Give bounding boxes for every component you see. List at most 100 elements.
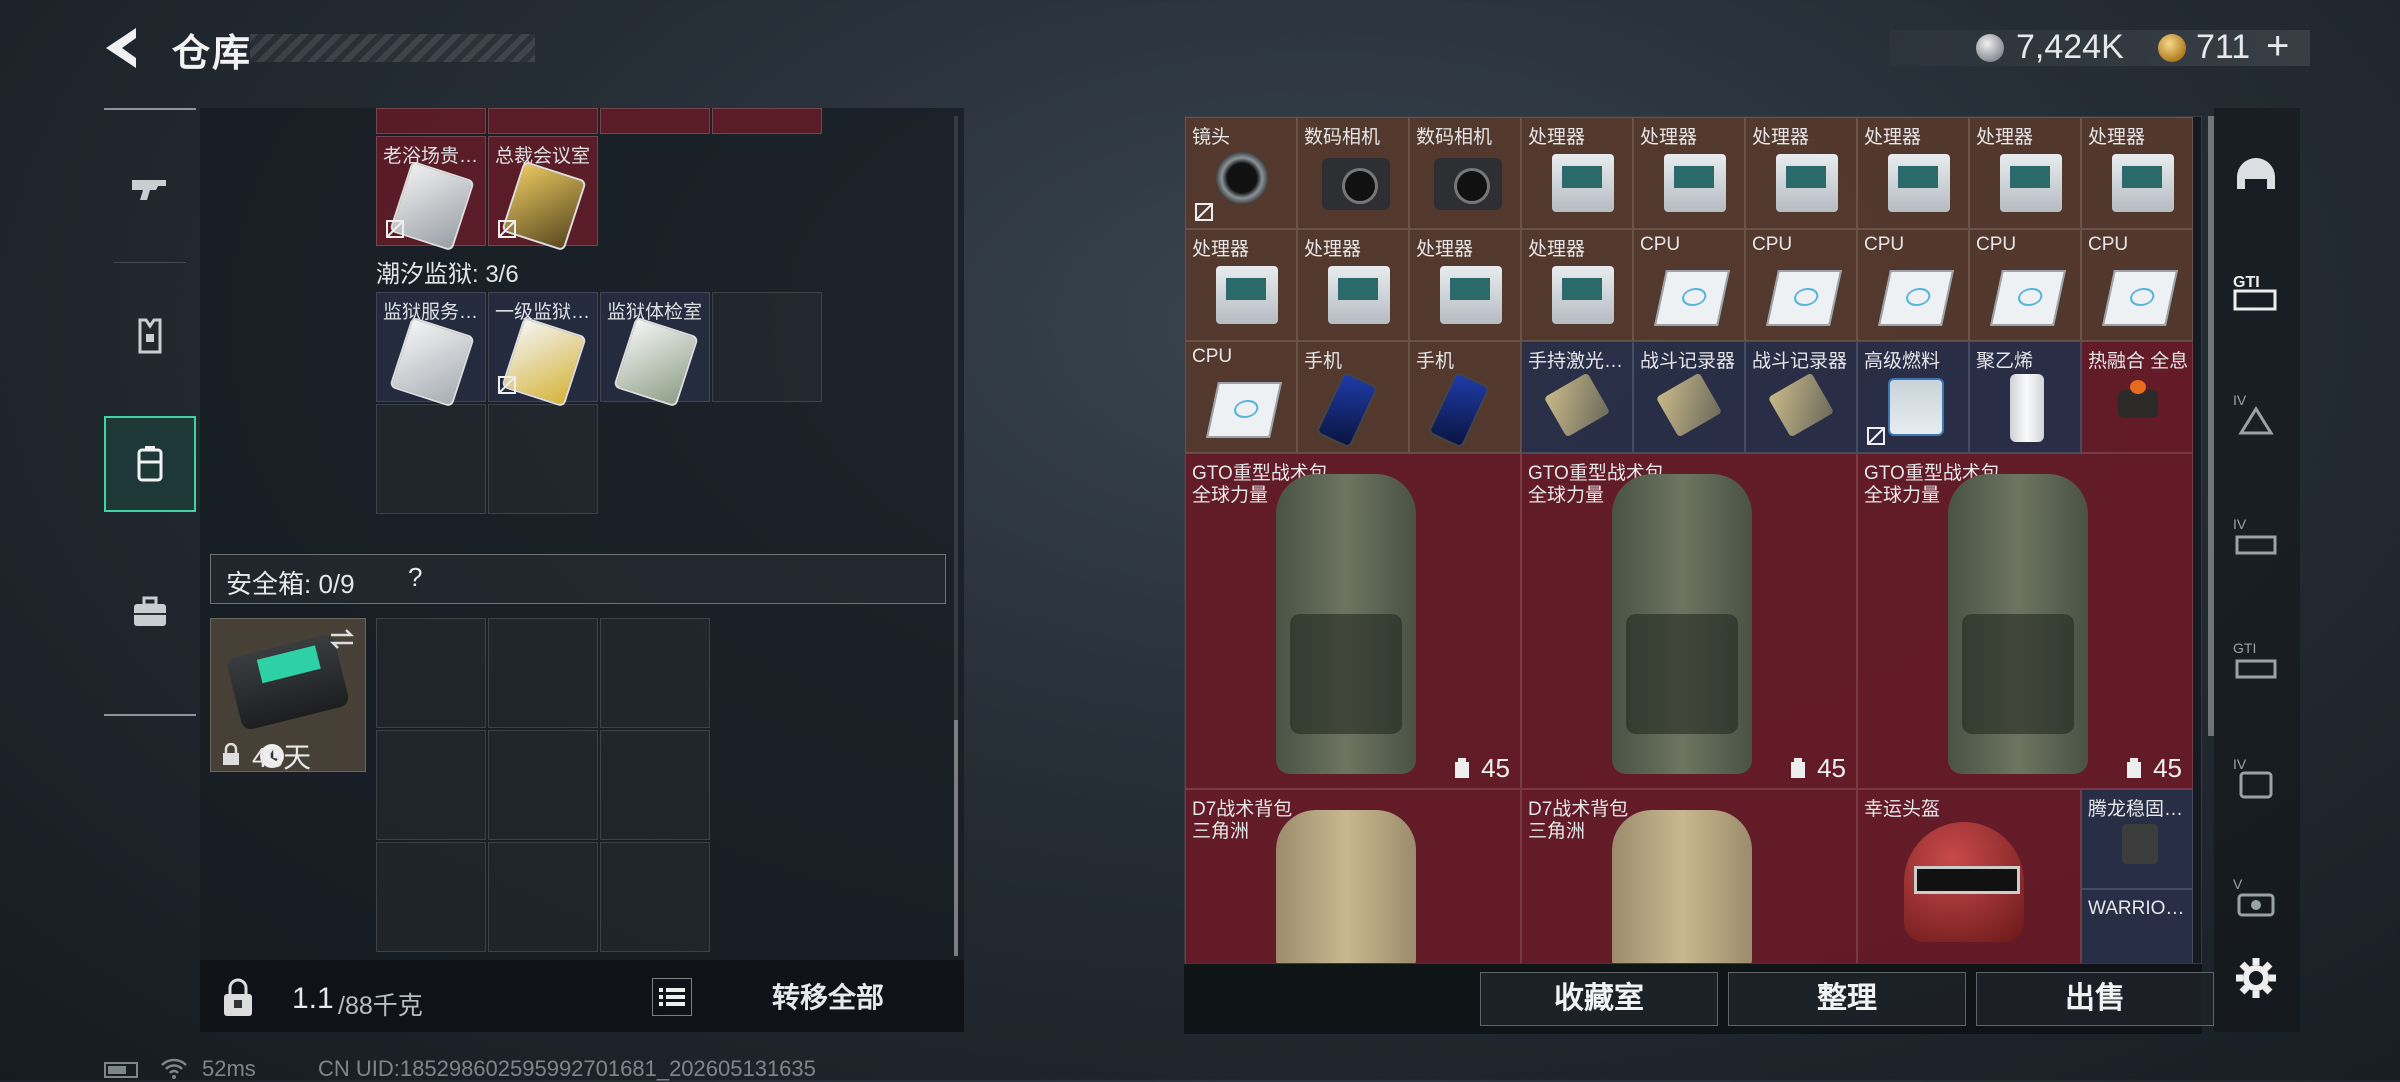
list-view-button[interactable] (652, 978, 692, 1016)
safebox-slot[interactable] (488, 842, 598, 952)
collection-room-button[interactable]: 收藏室 (1480, 972, 1718, 1026)
transfer-all-button[interactable]: 转移全部 (720, 978, 936, 1018)
weight-max: /88千克 (338, 992, 423, 1020)
safebox-slot[interactable] (488, 618, 598, 728)
item-slot[interactable]: 手机 (1409, 341, 1521, 453)
item-slot[interactable]: CPU (1185, 341, 1297, 453)
nav-briefcase[interactable] (104, 564, 196, 660)
item-label: 数码相机 (1304, 127, 1381, 148)
backpack-slot[interactable]: D7战术背包 三角洲 (1521, 789, 1857, 963)
armor-slot-button[interactable]: IV (2226, 384, 2286, 444)
back-arrow-icon[interactable] (100, 24, 148, 72)
combat-recorder-icon (1767, 372, 1835, 438)
keycard-slot[interactable]: 监狱体检室 (600, 292, 710, 408)
stash-panel: 镜头 数码相机 数码相机 处理器 处理器 处理器 处理器 处理器 处理器 处理器… (1184, 116, 2202, 964)
settings-button[interactable] (2226, 948, 2286, 1008)
item-slot[interactable]: 高级燃料 (1857, 341, 1969, 453)
item-slot[interactable]: 处理器 (2081, 117, 2193, 229)
safebox-slot[interactable] (600, 842, 710, 952)
item-slot[interactable]: CPU (1969, 229, 2081, 341)
item-slot[interactable]: CPU (2081, 229, 2193, 341)
case-slot-button[interactable]: V (2226, 868, 2286, 928)
item-slot[interactable]: 战斗记录器 (1633, 341, 1745, 453)
safebox-slot[interactable] (376, 618, 486, 728)
cpu-icon (1766, 270, 1842, 326)
safebox-slot[interactable] (488, 730, 598, 840)
empty-slot[interactable] (376, 404, 486, 514)
page-title: 仓库 (172, 33, 253, 75)
empty-slot[interactable] (712, 292, 822, 402)
item-label: CPU (1864, 234, 1905, 255)
sort-button[interactable]: 整理 (1728, 972, 1966, 1026)
item-slot[interactable]: 手机 (1297, 341, 1409, 453)
backpack-slot[interactable]: GTO重型战术包 全球力量 45 (1857, 453, 2193, 789)
backpack-slot[interactable]: D7战术背包 三角洲 (1185, 789, 1521, 963)
item-slot[interactable]: 处理器 (1297, 229, 1409, 341)
helmet-slot[interactable]: 幸运头盔 (1857, 789, 2081, 963)
gti-slot-button[interactable]: GTI (2226, 262, 2286, 322)
svg-text:GTI: GTI (2233, 274, 2260, 291)
item-slot[interactable]: 战斗记录器 (1745, 341, 1857, 453)
item-slot[interactable]: 处理器 (1521, 117, 1633, 229)
keycard-slot[interactable]: 老浴场贵… (376, 136, 486, 252)
item-slot[interactable]: 数码相机 (1297, 117, 1409, 229)
item-slot[interactable]: 处理器 (1857, 117, 1969, 229)
item-slot[interactable]: CPU (1745, 229, 1857, 341)
keycard-slot-partial[interactable] (600, 108, 710, 134)
item-slot[interactable]: 处理器 (1521, 229, 1633, 341)
help-button[interactable]: ? (408, 562, 422, 593)
scrollbar-thumb[interactable] (954, 720, 958, 956)
safebox-slot[interactable] (376, 842, 486, 952)
item-slot[interactable]: 处理器 (1969, 117, 2081, 229)
nav-armor[interactable] (104, 288, 196, 384)
safebox-slot[interactable] (376, 730, 486, 840)
lock-icon[interactable] (220, 978, 256, 1018)
helmet-slot-button[interactable] (2226, 148, 2286, 208)
item-slot[interactable]: 处理器 (1633, 117, 1745, 229)
wifi-icon (161, 1058, 187, 1079)
keycard-slot[interactable]: 监狱服务… (376, 292, 486, 408)
backpack-slot-button[interactable]: IV (2226, 748, 2286, 808)
combat-recorder-icon (1655, 372, 1723, 438)
svg-text:IV: IV (2233, 392, 2247, 408)
item-slot[interactable]: CPU (1857, 229, 1969, 341)
add-gold-button[interactable]: + (2266, 24, 2289, 69)
keycard-slot-partial[interactable] (488, 108, 598, 134)
nav-weapon[interactable] (104, 140, 196, 236)
gti-rig-slot-button[interactable]: GTI (2226, 632, 2286, 692)
item-label: 处理器 (1640, 127, 1698, 148)
iv-armor-slot-icon: IV (2233, 392, 2274, 435)
item-slot[interactable]: 腾龙稳固… (2081, 789, 2193, 889)
item-slot[interactable]: 手持激光… (1521, 341, 1633, 453)
no-sell-icon (386, 220, 404, 238)
item-slot[interactable]: WARRIO… (2081, 889, 2193, 963)
capacity-icon (2127, 758, 2141, 778)
item-slot[interactable]: 热融合 全息 (2081, 341, 2193, 453)
item-slot[interactable]: 聚乙烯 (1969, 341, 2081, 453)
keycard-slot[interactable]: 一级监狱… (488, 292, 598, 408)
keycard-icon (389, 316, 475, 408)
item-label: 总裁会议室 (495, 146, 591, 167)
item-slot[interactable]: 处理器 (1745, 117, 1857, 229)
backpack-slot[interactable]: GTO重型战术包 全球力量 45 (1185, 453, 1521, 789)
sell-button[interactable]: 出售 (1976, 972, 2214, 1026)
nav-storage[interactable] (104, 416, 196, 512)
item-slot[interactable]: 处理器 (1185, 229, 1297, 341)
safebox-slot[interactable] (600, 618, 710, 728)
item-slot[interactable]: 处理器 (1409, 229, 1521, 341)
swap-icon[interactable] (327, 627, 357, 651)
keycard-slot[interactable]: 总裁会议室 (488, 136, 598, 252)
keycard-slot-partial[interactable] (712, 108, 822, 134)
backpack-slot[interactable]: GTO重型战术包 全球力量 45 (1521, 453, 1857, 789)
item-slot[interactable]: 镜头 (1185, 117, 1297, 229)
item-slot[interactable]: 数码相机 (1409, 117, 1521, 229)
rig-slot-button[interactable]: IV (2226, 508, 2286, 568)
laser-device-icon (1543, 372, 1611, 438)
item-label: 处理器 (1864, 127, 1922, 148)
item-slot[interactable]: CPU (1633, 229, 1745, 341)
capacity-count: 45 (1817, 753, 1846, 783)
empty-slot[interactable] (488, 404, 598, 514)
keycard-slot-partial[interactable] (376, 108, 486, 134)
item-label: 处理器 (1752, 127, 1810, 148)
safebox-slot[interactable] (600, 730, 710, 840)
